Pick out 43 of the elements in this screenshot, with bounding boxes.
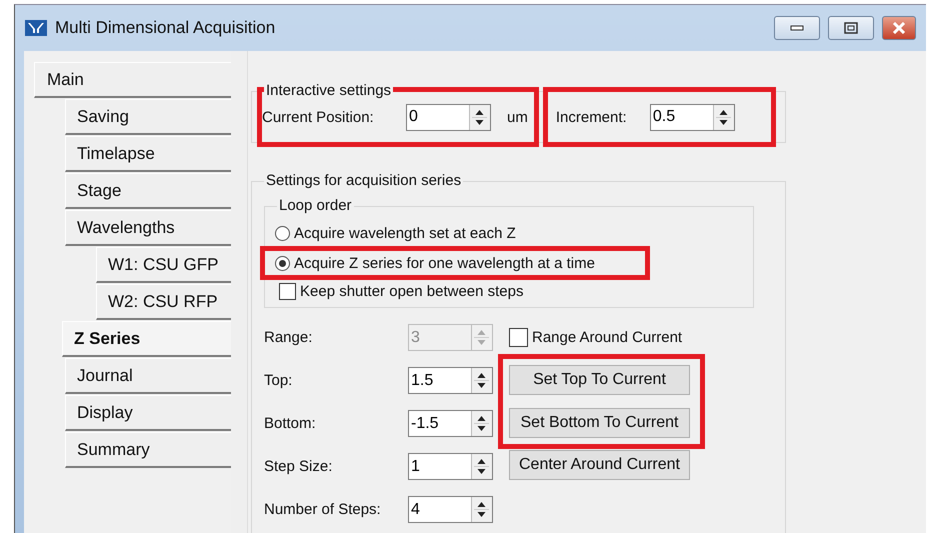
minimize-button[interactable] [774,16,820,40]
group-title: Interactive settings [264,82,394,99]
action-button[interactable]: Set Top To Current [509,365,690,395]
number-field[interactable]: -1.5 [408,410,493,437]
app-logo-icon [25,20,47,36]
sidebar-tab[interactable]: Stage [65,173,231,209]
field-label: Step Size: [264,458,334,475]
sidebar-tab[interactable]: Summary [65,432,231,468]
sidebar-tab[interactable]: Wavelengths [65,210,231,246]
position-field[interactable]: 0 [406,104,491,130]
action-button[interactable]: Center Around Current [509,450,690,480]
field-label: Bottom: [264,415,317,432]
sidebar-tab[interactable]: Journal [65,358,231,394]
field-label: Range: [264,329,314,346]
maximize-button[interactable] [828,16,874,40]
field-label: Number of Steps: [264,501,382,518]
group-title: Loop order [277,197,354,214]
sidebar-tab[interactable]: W2: CSU RFP [96,284,231,320]
checkbox-option[interactable]: Range Around Current [509,326,682,350]
sidebar-tab[interactable]: Timelapse [65,136,231,172]
minimize-icon[interactable] [790,25,804,31]
group-title: Settings for acquisition series [264,172,464,189]
radio-option[interactable]: Acquire wavelength set at each Z [265,221,516,245]
increment-field[interactable]: 0.5 [650,104,735,130]
maximize-icon[interactable] [844,22,858,34]
sidebar-tab[interactable]: W1: CSU GFP [96,247,231,283]
field-label: Current Position: [262,108,375,126]
checkbox-option[interactable]: Keep shutter open between steps [265,279,753,303]
window-title: Multi Dimensional Acquisition [55,18,276,38]
field-label: Increment: [556,108,628,126]
number-field[interactable]: 1.5 [408,367,493,394]
close-button[interactable] [882,16,916,40]
sidebar-tab[interactable]: Z Series [62,321,231,357]
sidebar-tab[interactable]: Display [65,395,231,431]
close-icon[interactable] [892,22,906,34]
unit-label: um [507,108,528,126]
field-label: Top: [264,372,294,389]
number-field[interactable]: 1 [408,453,493,480]
sidebar-tab[interactable]: Saving [65,99,231,135]
action-button[interactable]: Set Bottom To Current [509,408,690,438]
number-field[interactable]: 4 [408,496,493,523]
radio-option[interactable]: Acquire Z series for one wavelength at a time [265,251,595,275]
sidebar-tab[interactable]: Main [34,62,231,98]
